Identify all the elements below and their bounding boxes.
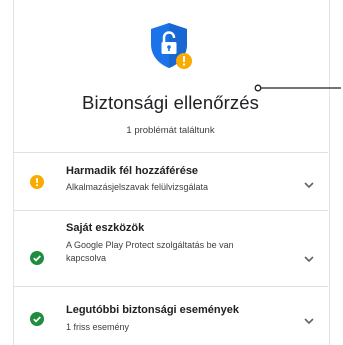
list-item-recent-security-events[interactable]: Legutóbbi biztonsági események 1 friss e… xyxy=(13,287,328,345)
chevron-down-icon[interactable] xyxy=(303,176,315,189)
chevron-down-icon[interactable] xyxy=(303,312,315,325)
list-item-your-devices[interactable]: Saját eszközök A Google Play Protect szo… xyxy=(13,211,328,283)
check-icon xyxy=(30,251,44,265)
item-description: Alkalmazásjelszavak felülvizsgálata xyxy=(66,182,209,192)
warning-icon xyxy=(30,175,44,189)
page-title: Biztonsági ellenőrzés xyxy=(82,92,259,113)
callout-pointer-line xyxy=(253,80,341,92)
item-title: Harmadik fél hozzáférése xyxy=(66,165,199,177)
item-title: Saját eszközök xyxy=(66,222,145,234)
list-item-third-party-access[interactable]: Harmadik fél hozzáférése Alkalmazásjelsz… xyxy=(13,153,328,209)
issues-found-text: 1 problémát találtunk xyxy=(126,125,215,136)
item-description: A Google Play Protect szolgáltatás be va… xyxy=(66,240,234,263)
shield-lock-warning-icon xyxy=(147,22,195,72)
check-icon xyxy=(30,312,44,326)
item-description: 1 friss esemény xyxy=(66,322,130,332)
item-title: Legutóbbi biztonsági események xyxy=(66,304,239,316)
security-checkup-screen: Biztonsági ellenőrzés 1 problémát talált… xyxy=(0,0,343,345)
chevron-down-icon[interactable] xyxy=(303,250,315,263)
